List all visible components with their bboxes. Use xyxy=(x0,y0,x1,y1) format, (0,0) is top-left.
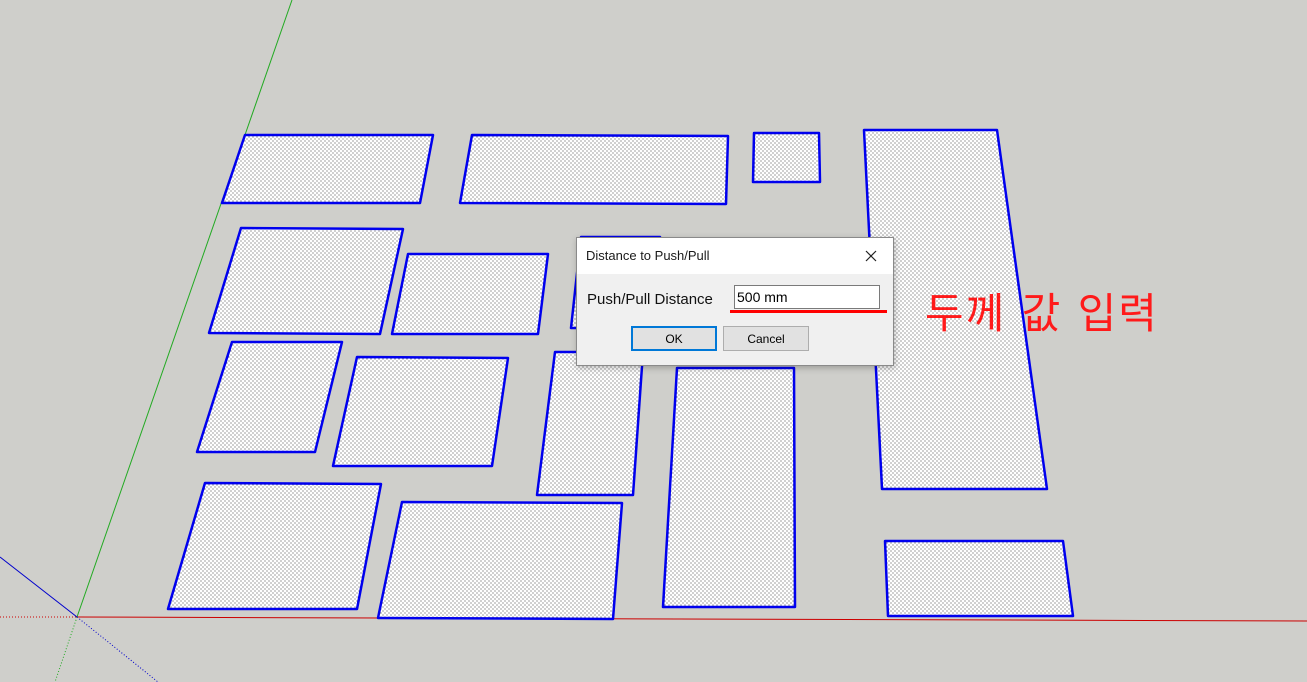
blue-axis xyxy=(0,556,78,618)
blue-axis-dotted xyxy=(76,616,159,682)
face[interactable] xyxy=(751,131,822,184)
face[interactable] xyxy=(207,226,405,336)
face[interactable] xyxy=(195,340,344,454)
close-button[interactable] xyxy=(849,238,893,274)
cancel-button[interactable]: Cancel xyxy=(723,326,809,351)
distance-label: Push/Pull Distance xyxy=(587,291,713,308)
push-pull-dialog: Distance to Push/Pull Push/Pull Distance… xyxy=(576,237,894,366)
annotation-text: 두께 값 입력 xyxy=(925,289,1159,338)
face[interactable] xyxy=(661,366,797,609)
face[interactable] xyxy=(376,500,624,621)
ok-button[interactable]: OK xyxy=(631,326,717,351)
face[interactable] xyxy=(331,355,510,468)
annotation-underline xyxy=(730,310,887,313)
red-axis xyxy=(76,616,1307,622)
face[interactable] xyxy=(883,539,1075,618)
dialog-titlebar[interactable]: Distance to Push/Pull xyxy=(577,238,893,274)
distance-input[interactable]: 500 mm xyxy=(734,285,880,309)
face[interactable] xyxy=(166,481,383,611)
face[interactable] xyxy=(390,252,550,336)
face[interactable] xyxy=(220,133,435,205)
dialog-title: Distance to Push/Pull xyxy=(586,248,710,263)
face[interactable] xyxy=(535,350,645,497)
face[interactable] xyxy=(458,133,730,206)
green-axis-dotted xyxy=(54,616,78,682)
close-icon xyxy=(865,250,877,262)
